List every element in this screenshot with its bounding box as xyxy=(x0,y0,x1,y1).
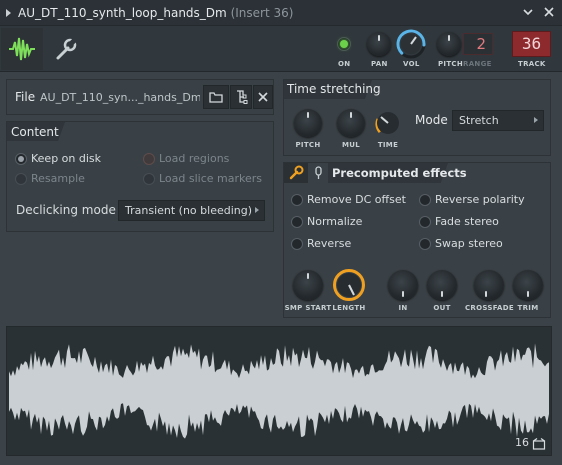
pan-label: PAN xyxy=(371,60,388,68)
remove-file-button[interactable] xyxy=(253,85,273,109)
trim-label: TRIM xyxy=(517,304,539,312)
keep-on-disk-label: Keep on disk xyxy=(31,152,102,165)
fx-info-button[interactable] xyxy=(310,163,328,183)
mode-value: Stretch xyxy=(459,114,499,127)
reverse-radio[interactable] xyxy=(291,238,303,250)
track-label: TRACK xyxy=(518,60,546,68)
time-stretching-panel: Time stretching PITCH MUL TIME Mode Stre… xyxy=(283,79,551,156)
crossfade-knob[interactable] xyxy=(474,270,504,300)
declicking-label: Declicking mode xyxy=(16,203,116,217)
close-icon xyxy=(258,92,268,102)
pitch-knob[interactable] xyxy=(437,32,461,56)
precomputed-title: Precomputed effects xyxy=(332,166,467,180)
volume-knob[interactable] xyxy=(396,29,426,59)
waveform-shape xyxy=(9,343,549,439)
length-knob-ring-icon xyxy=(333,269,365,301)
ts-time-label: TIME xyxy=(377,141,399,149)
zoom-icon[interactable] xyxy=(532,438,546,450)
window-title: AU_DT_110_synth_loop_hands_Dm (Insert 36… xyxy=(18,6,293,20)
load-regions-radio[interactable] xyxy=(143,153,155,165)
pan-knob[interactable] xyxy=(367,32,391,56)
crossfade-label: CROSSFADE xyxy=(465,304,514,312)
fx-settings-button[interactable] xyxy=(284,163,308,183)
wrench-icon xyxy=(289,165,304,180)
ts-mul-label: MUL xyxy=(341,141,360,149)
fade-stereo-label: Fade stereo xyxy=(435,215,499,228)
title-bar: AU_DT_110_synth_loop_hands_Dm (Insert 36… xyxy=(0,0,562,26)
in-knob[interactable] xyxy=(388,270,418,300)
smp-start-knob[interactable] xyxy=(293,270,323,300)
ts-pitch-label: PITCH xyxy=(295,141,321,149)
load-slice-markers-radio[interactable] xyxy=(143,173,155,185)
waveform-display[interactable]: 16 xyxy=(6,326,552,456)
dropdown-arrow-icon xyxy=(534,117,538,123)
wrench-icon xyxy=(56,38,77,60)
file-name: AU_DT_110_syn..._hands_Dm.wav xyxy=(40,91,200,104)
normalize-label: Normalize xyxy=(307,215,363,228)
ts-time-knob[interactable] xyxy=(372,107,404,139)
load-slice-markers-label: Load slice markers xyxy=(159,172,263,185)
file-label: File xyxy=(15,90,36,104)
dropdown-arrow-icon xyxy=(255,207,259,213)
ts-mul-knob[interactable] xyxy=(337,109,365,137)
swap-stereo-radio[interactable] xyxy=(419,238,431,250)
mode-dropdown[interactable]: Stretch xyxy=(452,110,544,131)
window-title-text: AU_DT_110_synth_loop_hands_Dm xyxy=(18,6,227,20)
resample-radio[interactable] xyxy=(15,173,27,185)
zoom-level: 16 xyxy=(515,436,529,449)
time-stretching-title: Time stretching xyxy=(287,82,381,96)
load-regions-label: Load regions xyxy=(159,152,230,165)
length-knob[interactable] xyxy=(332,268,366,302)
minimize-button[interactable] xyxy=(519,3,537,21)
ts-pitch-knob[interactable] xyxy=(294,109,322,137)
content-panel: Content Keep on disk Resample Load regio… xyxy=(6,121,274,232)
normalize-radio[interactable] xyxy=(291,216,303,228)
insert-label: (Insert 36) xyxy=(230,6,294,20)
declicking-dropdown[interactable]: Transient (no bleeding) xyxy=(118,200,265,221)
reverse-label: Reverse xyxy=(307,237,352,250)
minimize-icon xyxy=(523,9,533,16)
close-button[interactable] xyxy=(540,3,558,21)
declicking-value: Transient (no bleeding) xyxy=(125,204,253,217)
precomputed-effects-panel: Precomputed effects Remove DC offset Nor… xyxy=(283,162,551,318)
locate-file-button[interactable] xyxy=(230,85,252,109)
out-knob[interactable] xyxy=(427,270,457,300)
remove-dc-radio[interactable] xyxy=(291,194,303,206)
on-label: ON xyxy=(338,60,351,68)
pitch-label: PITCH xyxy=(438,60,464,68)
waveform-tab-icon xyxy=(1,28,43,70)
trim-knob[interactable] xyxy=(513,270,543,300)
remove-dc-label: Remove DC offset xyxy=(307,193,406,206)
content-title: Content xyxy=(11,125,59,139)
on-led-icon xyxy=(340,40,348,48)
resample-label: Resample xyxy=(31,172,85,185)
range-label: RANGE xyxy=(463,60,492,68)
on-toggle[interactable] xyxy=(337,37,351,51)
waveform-graphic xyxy=(9,343,549,439)
menu-arrow-icon[interactable] xyxy=(6,9,11,17)
tab-sample[interactable] xyxy=(1,28,43,70)
close-icon xyxy=(544,7,554,17)
folder-icon xyxy=(209,92,223,103)
keep-on-disk-radio[interactable] xyxy=(15,153,27,165)
tab-settings[interactable] xyxy=(44,28,86,70)
open-file-button[interactable] xyxy=(203,85,229,109)
in-label: IN xyxy=(398,304,408,312)
pitch-range-value[interactable]: 2 xyxy=(463,33,493,55)
volume-ring-icon xyxy=(396,29,426,59)
mode-label: Mode xyxy=(415,113,448,127)
length-label: LENGTH xyxy=(332,304,366,312)
track-number[interactable]: 36 xyxy=(512,31,551,57)
time-knob-ring-icon xyxy=(375,112,399,134)
fade-stereo-radio[interactable] xyxy=(419,216,431,228)
out-label: OUT xyxy=(433,304,451,312)
reverse-polarity-radio[interactable] xyxy=(419,194,431,206)
vol-label: VOL xyxy=(403,60,420,68)
channel-toolbar: ON PAN VOL PITCH RANGE 2 36 TRACK xyxy=(0,26,562,72)
swap-stereo-label: Swap stereo xyxy=(435,237,503,250)
file-tree-icon xyxy=(237,90,248,104)
microphone-icon xyxy=(315,166,322,179)
file-panel: File AU_DT_110_syn..._hands_Dm.wav xyxy=(6,79,274,115)
reverse-polarity-label: Reverse polarity xyxy=(435,193,525,206)
